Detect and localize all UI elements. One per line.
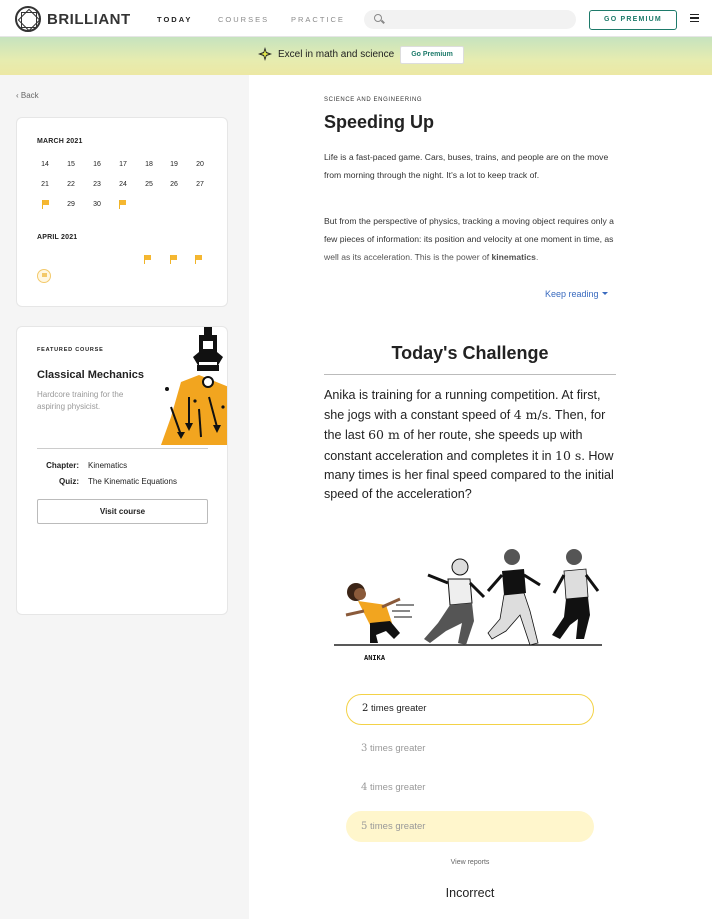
back-link[interactable]: ‹ Back [16,91,39,100]
featured-course-description: Hardcore training for the aspiring physi… [37,390,124,411]
quiz-label: Quiz: [59,477,79,486]
featured-course-title[interactable]: Classical Mechanics [37,369,144,381]
option-text: times greater [368,703,427,714]
banner-text: Excel in math and science [278,49,395,60]
challenge-question: Anika is training for a running competit… [324,386,619,504]
today-flag-icon[interactable] [37,269,51,283]
banner-go-premium-button[interactable]: Go Premium [400,46,464,64]
search-bar[interactable] [364,10,576,29]
flag-icon[interactable] [144,255,151,264]
search-icon [374,14,382,22]
chapter-label: Chapter: [46,461,79,470]
nav-today[interactable]: TODAY [157,15,192,24]
calendar-day[interactable]: 25 [140,178,158,192]
month-label-april: APRIL 2021 [37,234,78,241]
keep-reading-link[interactable]: Keep reading [545,289,608,299]
logo-text: BRILLIANT [47,10,131,28]
option-text: times greater [367,821,426,832]
nav-courses[interactable]: COURSES [218,15,269,24]
option-text: times greater [367,743,426,754]
text-fade-overlay [324,253,624,283]
sparkle-icon [258,47,272,61]
article-paragraph-1: Life is a fast-paced game. Cars, buses, … [324,152,609,180]
sidebar: ‹ Back MARCH 2021 14 15 16 17 18 19 20 21 22 23 24… [0,75,249,919]
calendar-day[interactable]: 18 [140,158,158,172]
brilliant-logo-icon [15,6,41,32]
calendar-day[interactable]: 17 [114,158,132,172]
quiz-value: The Kinematic Equations [88,477,177,486]
time-value: 10 s [555,447,582,463]
flag-icon[interactable] [195,255,202,264]
anika-label: ANIKA [364,654,386,662]
course-illustration [161,327,227,445]
flag-icon[interactable] [42,200,49,209]
hamburger-menu-icon[interactable] [690,14,699,22]
calendar-day[interactable]: 15 [62,158,80,172]
calendar-day[interactable]: 29 [62,198,80,212]
answer-option[interactable]: 5 times greater [346,811,594,842]
option-text: times greater [367,782,426,793]
calendar-day[interactable]: 20 [191,158,209,172]
featured-divider [37,448,208,449]
brilliant-logo[interactable]: BRILLIANT [15,6,131,32]
nav-practice[interactable]: PRACTICE [291,15,345,24]
article-category: SCIENCE AND ENGINEERING [324,97,423,103]
featured-course-card: FEATURED COURSE Classical Mechanics Hard… [16,326,228,615]
article-title: Speeding Up [324,112,435,132]
calendar-day[interactable]: 16 [88,158,106,172]
result-text: Incorrect [445,886,495,900]
chapter-value: Kinematics [88,461,128,470]
flag-icon[interactable] [170,255,177,264]
answer-option[interactable]: 3 times greater [346,733,594,764]
month-label-march: MARCH 2021 [37,138,83,145]
calendar-day[interactable]: 21 [36,178,54,192]
calendar-day[interactable]: 22 [62,178,80,192]
visit-course-button[interactable]: Visit course [37,499,208,524]
challenge-title: Today's Challenge [391,343,549,363]
calendar-day[interactable]: 19 [165,158,183,172]
go-premium-button[interactable]: GO PREMIUM [589,10,677,30]
calendar-day[interactable]: 30 [88,198,106,212]
premium-banner: Excel in math and science Go Premium [0,37,712,75]
calendar-day[interactable]: 23 [88,178,106,192]
view-reports-link[interactable]: View reports [249,859,691,866]
search-input[interactable] [388,13,568,26]
back-label: Back [20,91,39,100]
answer-option[interactable]: 2 times greater [346,694,594,725]
calendar-day[interactable]: 14 [36,158,54,172]
calendar-day[interactable]: 27 [191,178,209,192]
distance-value: 60 m [368,427,400,443]
challenge-divider [324,374,616,375]
answer-option[interactable]: 4 times greater [346,772,594,803]
runners-illustration: ANIKA [334,549,602,662]
calendar-card: MARCH 2021 14 15 16 17 18 19 20 21 22 23 24 25 26 27 2… [16,117,228,307]
main-content: SCIENCE AND ENGINEERING Speeding Up Life… [249,75,712,919]
initial-speed-value: 4 m/s [513,407,549,423]
top-nav-bar: BRILLIANT TODAY COURSES PRACTICE GO PREM… [0,0,712,37]
featured-eyebrow: FEATURED COURSE [37,347,104,353]
calendar-day[interactable]: 24 [114,178,132,192]
flag-icon[interactable] [119,200,126,209]
calendar-day[interactable]: 26 [165,178,183,192]
